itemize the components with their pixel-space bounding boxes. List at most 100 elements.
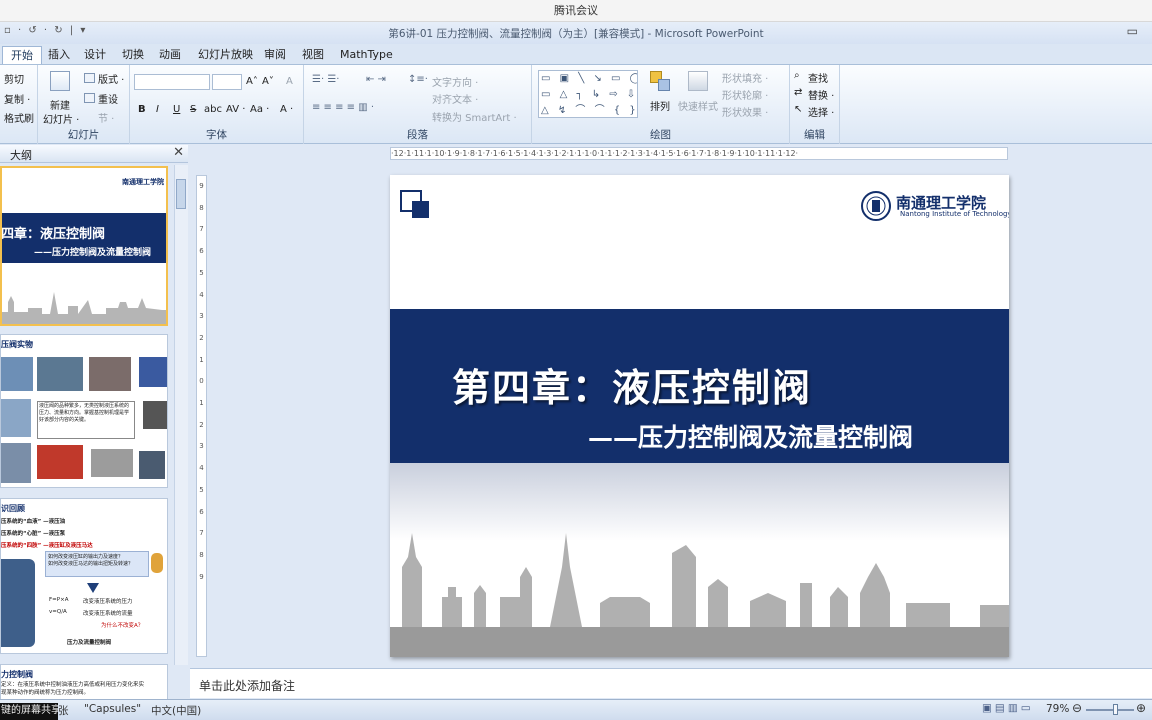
slides-panel-scrollbar[interactable] [174,165,188,665]
minimize-ribbon-icon[interactable]: ▭ [1127,24,1138,38]
ruler-tick: 5 [199,268,204,277]
change-case-button[interactable]: Aa · [250,104,269,115]
layout-button[interactable]: 版式 · [98,71,124,86]
tab-slideshow[interactable]: 幻灯片放映 [196,46,255,64]
powerpoint-titlebar: ▫ · ↺ · ↻ | ▾ 第6讲-01 压力控制阀、流量控制阀（为主）[兼容模… [0,22,1152,44]
slides-group-label: 幻灯片 [67,129,100,141]
quick-styles-icon[interactable] [688,71,708,91]
slide-title[interactable]: 第四章：液压控制阀 [452,357,812,412]
zoom-slider-thumb[interactable] [1113,704,1118,715]
thumb2-photo-8 [37,445,83,479]
bold-button[interactable]: B [138,104,146,115]
notes-placeholder[interactable]: 单击此处添加备注 [199,677,295,694]
select-icon: ↖ [794,104,803,115]
window-title: 第6讲-01 压力控制阀、流量控制阀（为主）[兼容模式] - Microsoft… [388,28,764,40]
zoom-level[interactable]: 79% [1046,703,1069,715]
indent-icon[interactable]: ⇤ ⇥ [366,74,386,85]
thumb2-photo-4 [139,357,167,387]
shape-fill-button[interactable]: 形状填充 · [722,70,768,85]
close-icon[interactable]: ✕ [173,145,184,160]
zoom-in-icon[interactable]: ⊕ [1136,701,1146,715]
ruler-tick: 6 [199,507,204,516]
slide-thumbnail-1[interactable]: 南通理工学院 第四章：液压控制阀 ——压力控制阀及流量控制阀 [0,166,168,326]
font-color-button[interactable]: A · [280,104,293,115]
new-slide-label-1[interactable]: 新建 [50,97,70,112]
tab-transitions[interactable]: 切换 [120,46,146,64]
tab-view[interactable]: 视图 [300,46,326,64]
ruler-tick: 4 [199,464,204,473]
tab-mathtype[interactable]: MathType [338,46,395,64]
status-language[interactable]: 中文(中国) [151,703,201,718]
quick-styles-button[interactable]: 快速样式 [678,98,718,113]
strike-button[interactable]: S [190,104,196,115]
thumb2-heading: 压阀实物 [1,340,33,349]
select-button[interactable]: 选择 · [808,104,834,119]
grow-font-button[interactable]: A˄ [246,76,258,87]
cut-button[interactable]: 剪切 [4,71,24,86]
font-size-combo[interactable] [212,74,242,90]
layout-icon [84,73,95,83]
thumb4-text: 定义：在液压系统中控制油液压力高低或利用压力变化来实现某种动作的阀统称为压力控制… [1,682,145,696]
corner-square-fill-icon [412,201,429,218]
slides-group: 新建 幻灯片 · 版式 · 重设 节 · 幻灯片 [38,65,130,144]
thumb3-q2: 如何改变液压马达的输出扭矩及转速？ [48,561,134,567]
shape-effects-button[interactable]: 形状效果 · [722,104,768,119]
thumb3-formula-1: F=P×A [49,597,69,603]
section-button[interactable]: 节 · [98,110,114,125]
shape-outline-button[interactable]: 形状轮廓 · [722,87,768,102]
copy-button[interactable]: 复制 · [4,91,30,106]
thumb-logo: 南通理工学院 [122,178,164,186]
notes-pane[interactable]: 单击此处添加备注 [190,668,1152,698]
outline-tab[interactable]: 大纲 [10,147,32,163]
bullets-icon[interactable]: ☰· ☰· [312,74,339,85]
new-slide-icon[interactable] [50,71,70,91]
meeting-app-titlebar: 腾讯会议 [0,0,1152,22]
clear-format-button[interactable]: A [286,76,293,87]
reset-button[interactable]: 重设 [98,91,118,106]
shapes-gallery[interactable]: ▭ ▣ ╲ ↘ ▭ ◯ ▭ △ ┐ ↳ ⇨ ⇩ △ ↯ ⌒ ⌒ { } [538,70,638,118]
ruler-tick: 2 [199,420,204,429]
tab-animations[interactable]: 动画 [157,46,183,64]
tab-design[interactable]: 设计 [82,46,108,64]
line-spacing-icon[interactable]: ↕≡· [408,74,428,85]
ruler-tick: 0 [199,377,204,386]
underline-button[interactable]: U [173,104,180,115]
slide-subtitle[interactable]: ——压力控制阀及流量控制阀 [588,418,913,454]
scrollbar-thumb[interactable] [176,179,186,209]
ruler-tick: 2 [199,333,204,342]
status-theme: "Capsules" [84,703,142,715]
replace-button[interactable]: 替换 · [808,87,834,102]
italic-button[interactable]: I [156,104,159,115]
slide-canvas[interactable]: 南通理工学院 Nantong Institute of Technology 第… [390,175,1009,657]
tab-home[interactable]: 开始 [2,46,42,64]
zoom-slider[interactable] [1086,709,1134,711]
arrange-button[interactable]: 排列 [650,98,670,113]
shrink-font-button[interactable]: A˅ [262,76,274,87]
font-name-combo[interactable] [134,74,210,90]
tab-insert[interactable]: 插入 [46,46,72,64]
char-spacing-button[interactable]: AV · [226,104,245,115]
drawing-group-label: 绘图 [650,129,671,141]
slide-thumbnail-3[interactable]: 识回顾 压系统的“血液” —液压油 压系统的“心脏” —液压泵 压系统的“四肢”… [0,498,168,654]
thumb2-photo-1 [1,357,33,391]
find-button[interactable]: 查找 [808,70,828,85]
thumb3-arrow-down-icon [87,583,99,593]
tab-review[interactable]: 审阅 [262,46,288,64]
new-slide-label-2[interactable]: 幻灯片 · [43,111,79,126]
smartart-button[interactable]: 转换为 SmartArt · [432,109,517,124]
slide-thumbnail-2[interactable]: 压阀实物 液压阀的品种繁多，无类控制液压系统的压力、流量和方向。掌握基控制机理是… [0,334,168,488]
thumb3-line-2: 压系统的“心脏” —液压泵 [1,531,66,537]
shadow-button[interactable]: abc [204,104,222,115]
slide-thumbnail-4[interactable]: 力控制阀 定义：在液压系统中控制油液压力高低或利用压力变化来实现某种动作的阀统称… [0,664,168,704]
align-text-button[interactable]: 对齐文本 · [432,91,478,106]
text-direction-button[interactable]: 文字方向 · [432,74,478,89]
format-painter-button[interactable]: 格式刷 [4,110,34,125]
zoom-out-icon[interactable]: ⊖ [1072,701,1082,715]
editing-group: ⌕ 查找 ⇄ 替换 · ↖ 选择 · 编辑 [790,65,840,144]
ruler-tick: 7 [199,529,204,538]
status-bar: 张 "Capsules" 中文(中国) ▣▤▥▭ 79% ⊖ ⊕ [0,699,1152,720]
arrange-icon[interactable] [650,71,672,93]
view-buttons[interactable]: ▣▤▥▭ [982,702,1034,714]
ribbon: 剪切 复制 · 格式刷 新建 幻灯片 · 版式 · 重设 节 · 幻灯片 A˄ … [0,64,1152,144]
align-icons[interactable]: ≡ ≡ ≡ ≡ ▥ · [312,102,374,113]
